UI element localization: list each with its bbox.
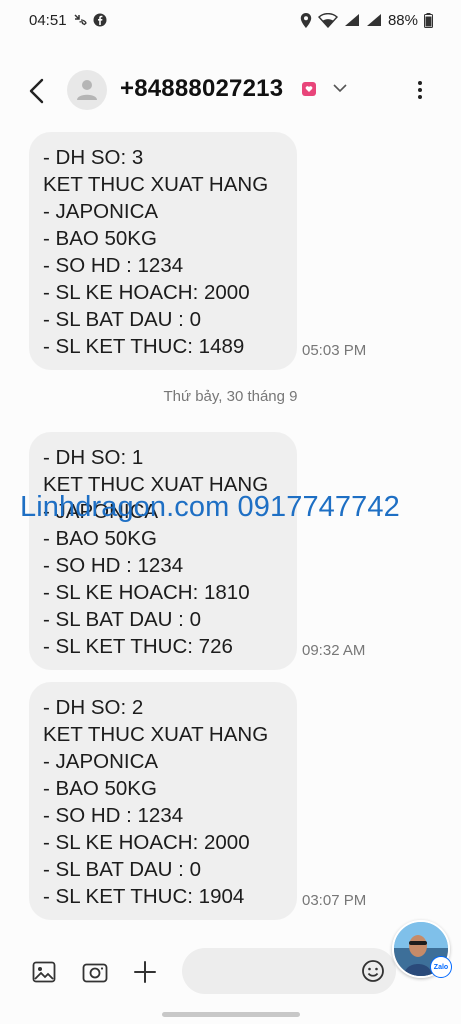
emoji-icon[interactable] [360,958,386,984]
message-time-1: 05:03 PM [302,342,367,359]
status-bar: 04:51 88% [0,0,461,40]
message-time-2: 09:32 AM [302,642,366,659]
message-line: - SL KET THUC: 1904 [43,885,245,908]
facebook-icon [93,13,107,27]
zalo-badge: Zalo [430,956,452,978]
message-bubble-2[interactable]: - DH SO: 1 KET THUC XUAT HANG - JAPONICA… [29,432,297,670]
contact-number[interactable]: +84888027213 [120,75,283,103]
date-separator: Thứ bảy, 30 tháng 9 [163,388,298,405]
signal-icon [344,13,360,27]
plus-icon[interactable] [131,958,159,986]
message-line: - SL KET THUC: 1489 [43,335,245,358]
watermark-text: Linhdragon.com 0917747742 [20,491,400,523]
conversation-header: +84888027213 [0,62,461,118]
more-vert-icon[interactable] [406,72,434,108]
message-line: - SL BAT DAU : 0 [43,308,201,331]
message-line: - JAPONICA [43,750,159,773]
back-button[interactable] [20,74,54,108]
message-line: - SL KE HOACH: 2000 [43,281,250,304]
message-bubble-3[interactable]: - DH SO: 2 KET THUC XUAT HANG - JAPONICA… [29,682,297,920]
message-line: - JAPONICA [43,200,159,223]
message-line: - BAO 50KG [43,227,157,250]
status-right: 88% [300,12,433,29]
avatar[interactable] [67,70,107,110]
message-line: - SL BAT DAU : 0 [43,858,201,881]
battery-icon [424,12,433,28]
message-line: - SO HD : 1234 [43,554,184,577]
message-bubble-1[interactable]: - DH SO: 3 KET THUC XUAT HANG - JAPONICA… [29,132,297,370]
wifi-icon [317,12,338,28]
message-line: - SO HD : 1234 [43,804,184,827]
message-line: - BAO 50KG [43,777,157,800]
sim-icon [302,82,316,96]
message-line: KET THUC XUAT HANG [43,723,269,746]
message-line: - SL KE HOACH: 1810 [43,581,250,604]
message-line: - DH SO: 3 [43,146,144,169]
message-time-3: 03:07 PM [302,892,367,909]
message-line: - DH SO: 2 [43,696,144,719]
message-line: - DH SO: 1 [43,446,144,469]
message-line: - SL KE HOACH: 2000 [43,831,250,854]
gallery-icon[interactable] [30,958,58,986]
message-line: - SL KET THUC: 726 [43,635,233,658]
status-left: 04:51 [29,12,107,29]
battery-percent: 88% [387,11,418,29]
message-line: - BAO 50KG [43,527,157,550]
message-line: KET THUC XUAT HANG [43,173,269,196]
home-indicator[interactable] [162,1012,300,1017]
message-line: - SL BAT DAU : 0 [43,608,201,631]
camera-icon[interactable] [81,958,109,986]
person-icon [77,80,97,100]
location-icon [300,12,312,28]
chevron-down-icon[interactable] [330,78,350,98]
status-time: 04:51 [29,11,67,29]
message-line: - SO HD : 1234 [43,254,184,277]
signal-icon-2 [366,13,382,27]
back-arrow-icon [29,78,44,104]
missed-call-icon [73,13,87,27]
